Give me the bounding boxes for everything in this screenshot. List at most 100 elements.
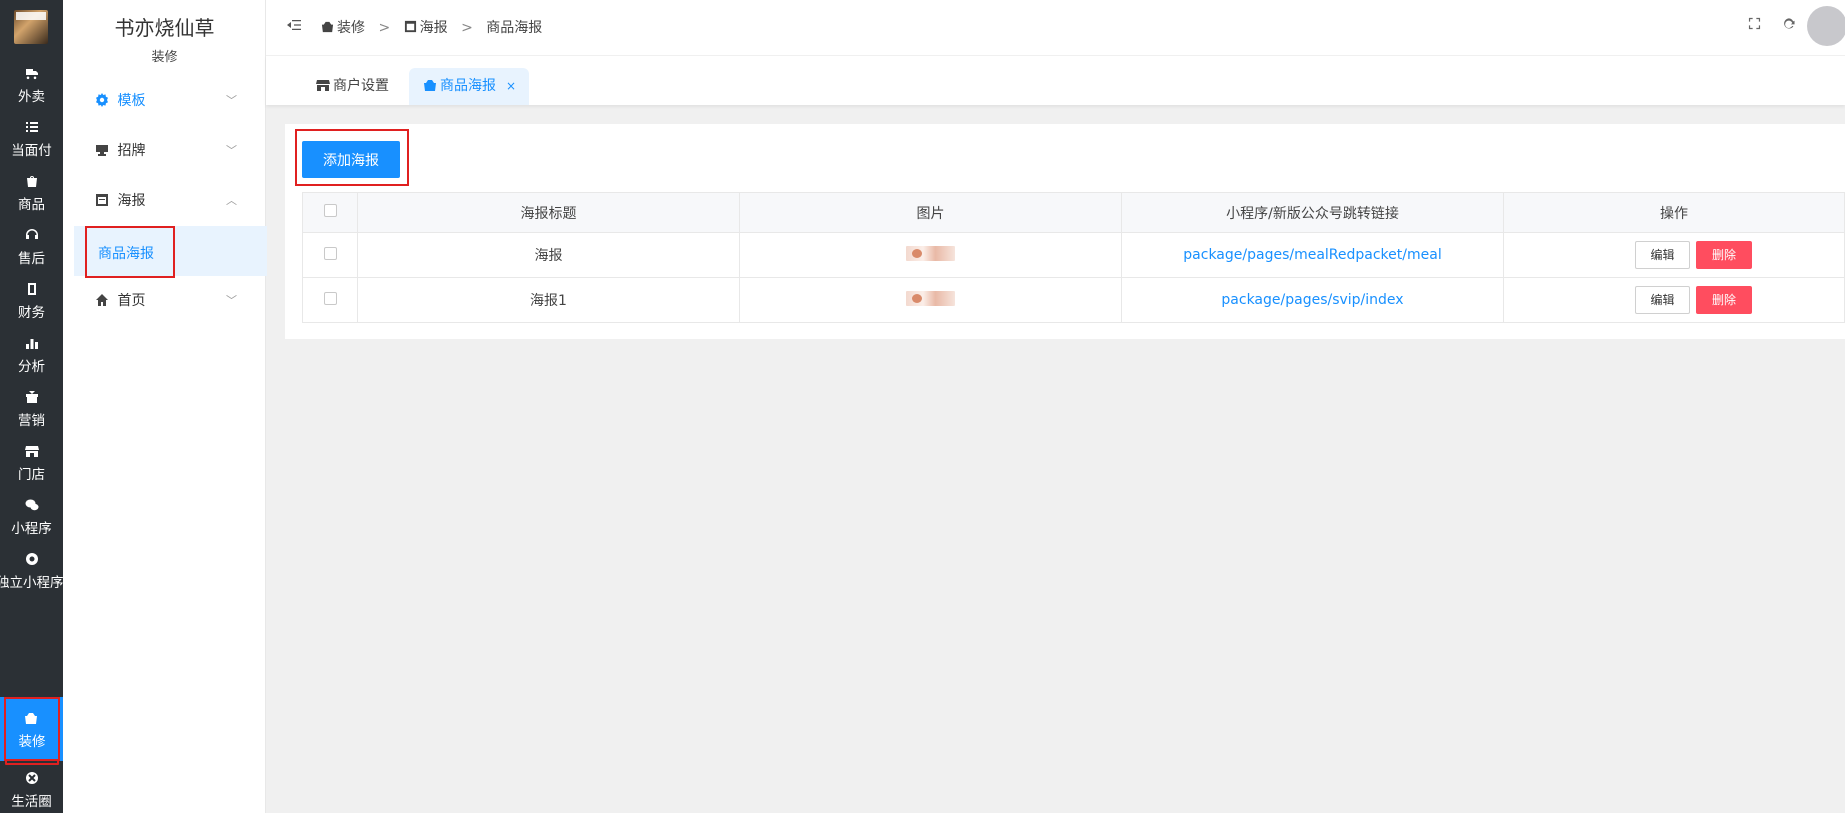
row-select-cell bbox=[302, 232, 358, 278]
rail-item-label: 小程序 bbox=[11, 521, 52, 537]
column-header: 小程序/新版公众号跳转链接 bbox=[1121, 192, 1504, 233]
refresh-icon[interactable] bbox=[1780, 17, 1796, 33]
gear-icon bbox=[95, 85, 109, 107]
breadcrumb-current: 商品海报 bbox=[486, 20, 543, 36]
decorate-icon bbox=[321, 21, 334, 33]
rail-item-label: 当面付 bbox=[11, 143, 52, 159]
tab-label: 商品海报 bbox=[440, 78, 496, 94]
breadcrumb-item[interactable]: 海报 bbox=[404, 20, 448, 36]
breadcrumb: 装修 > 海报 > 商品海报 bbox=[321, 17, 542, 37]
rail-item-life-circle[interactable]: 生活圈 bbox=[0, 762, 63, 813]
table-header-row: 海报标题 图片 小程序/新版公众号跳转链接 操作 bbox=[302, 192, 1845, 233]
jump-link[interactable]: package/pages/svip/index bbox=[1221, 292, 1403, 308]
poster-title: 海报 bbox=[357, 232, 740, 278]
store-icon bbox=[24, 444, 40, 460]
menu-item-poster[interactable]: 海报 ︿ bbox=[75, 183, 257, 219]
section-subtitle: 装修 bbox=[151, 50, 178, 65]
miniapp-icon bbox=[24, 552, 40, 568]
breadcrumb-separator: > bbox=[461, 20, 473, 36]
row-select-cell bbox=[302, 277, 358, 323]
jump-link[interactable]: package/pages/mealRedpacket/meal bbox=[1183, 247, 1441, 263]
row-checkbox[interactable] bbox=[323, 246, 337, 260]
poster-icon bbox=[404, 20, 416, 33]
chevron-down-icon: ﹀ bbox=[226, 294, 237, 307]
table-row: 海报 package/pages/mealRedpacket/meal 编辑 删除 bbox=[302, 232, 1845, 278]
poster-table: 海报标题 图片 小程序/新版公众号跳转链接 操作 海报 package/page… bbox=[302, 192, 1845, 323]
rail-item-label: 独立小程序 bbox=[0, 575, 63, 591]
breadcrumb-label: 海报 bbox=[419, 20, 448, 36]
poster-image-cell bbox=[739, 232, 1122, 278]
tab-bar: 商户设置 商品海报 × bbox=[266, 56, 1845, 105]
delete-button[interactable]: 删除 bbox=[1696, 286, 1752, 314]
row-checkbox[interactable] bbox=[323, 291, 337, 305]
tab-product-poster[interactable]: 商品海报 × bbox=[409, 68, 529, 105]
wechat-icon bbox=[24, 498, 40, 514]
shop-bag-icon bbox=[24, 174, 40, 190]
fullscreen-icon[interactable] bbox=[1746, 17, 1762, 33]
poster-thumbnail[interactable] bbox=[906, 290, 955, 306]
store-name: 书亦烧仙草 bbox=[114, 16, 215, 40]
collapse-menu-icon[interactable] bbox=[286, 17, 302, 33]
rail-item-label: 财务 bbox=[18, 305, 45, 321]
poster-icon bbox=[95, 185, 109, 206]
rail-item-label: 生活圈 bbox=[11, 794, 52, 810]
main-nav-rail: 外卖 当面付 商品 售后 财务 分析 营销 门店 小程序 独立小程序 生活圈 bbox=[0, 0, 63, 813]
menu-item-label: 招牌 bbox=[117, 143, 146, 159]
chevron-down-icon: ﹀ bbox=[226, 144, 237, 157]
home-icon bbox=[95, 285, 109, 306]
rail-item-label: 门店 bbox=[18, 467, 45, 483]
tab-label: 商户设置 bbox=[333, 78, 389, 94]
column-header: 操作 bbox=[1503, 192, 1845, 233]
content-card: 添加海报 海报标题 图片 小程序/新版公众号跳转链接 操作 海报 package… bbox=[285, 124, 1845, 339]
select-all-checkbox[interactable] bbox=[323, 204, 337, 217]
rail-item-label: 分析 bbox=[18, 359, 45, 375]
delivery-icon bbox=[24, 66, 40, 82]
column-header: 图片 bbox=[739, 192, 1122, 233]
chevron-down-icon: ﹀ bbox=[226, 94, 237, 107]
list-icon bbox=[24, 120, 40, 136]
delete-button[interactable]: 删除 bbox=[1696, 241, 1752, 269]
circle-icon bbox=[24, 771, 40, 787]
jump-link-cell: package/pages/svip/index bbox=[1121, 277, 1504, 323]
breadcrumb-item[interactable]: 装修 bbox=[321, 20, 365, 36]
actions-cell: 编辑 删除 bbox=[1503, 277, 1845, 323]
table-row: 海报1 package/pages/svip/index 编辑 删除 bbox=[302, 277, 1845, 323]
store-logo bbox=[14, 10, 48, 44]
rail-item-label: 营销 bbox=[18, 413, 45, 429]
poster-thumbnail[interactable] bbox=[906, 245, 955, 261]
edit-button[interactable]: 编辑 bbox=[1635, 286, 1690, 314]
highlight-box bbox=[4, 697, 60, 761]
rail-item-label: 商品 bbox=[18, 197, 45, 213]
rail-item-label: 售后 bbox=[18, 251, 45, 267]
menu-item-label: 模板 bbox=[117, 93, 146, 109]
rail-item-standalone-miniprogram[interactable]: 独立小程序 bbox=[0, 543, 63, 607]
highlight-box bbox=[85, 226, 175, 278]
bar-chart-icon bbox=[24, 336, 40, 352]
close-icon[interactable]: × bbox=[506, 79, 516, 93]
edit-button[interactable]: 编辑 bbox=[1635, 241, 1690, 269]
tab-merchant-settings[interactable]: 商户设置 bbox=[302, 68, 403, 105]
add-poster-button[interactable]: 添加海报 bbox=[302, 141, 400, 178]
breadcrumb-separator: > bbox=[378, 20, 391, 36]
menu-item-template[interactable]: 模板 ﹀ bbox=[75, 83, 257, 119]
signboard-icon bbox=[95, 135, 109, 156]
chevron-up-icon: ︿ bbox=[226, 194, 237, 207]
rail-active-wrap: 装修 bbox=[0, 697, 63, 761]
top-header: 装修 > 海报 > 商品海报 bbox=[266, 0, 1845, 56]
column-header: 海报标题 bbox=[357, 192, 740, 233]
menu-item-label: 首页 bbox=[117, 293, 146, 309]
avatar[interactable] bbox=[1807, 6, 1845, 46]
rail-item-label: 外卖 bbox=[18, 89, 45, 105]
gift-icon bbox=[24, 390, 40, 406]
secondary-sidebar: 书亦烧仙草 装修 模板 ﹀ 招牌 ﹀ 海报 ︿ 商品海报 首页 ﹀ bbox=[63, 0, 267, 813]
breadcrumb-label: 装修 bbox=[337, 20, 365, 36]
menu-item-home[interactable]: 首页 ﹀ bbox=[75, 283, 257, 319]
highlight-box: 添加海报 bbox=[295, 129, 409, 186]
menu-item-label: 海报 bbox=[117, 193, 146, 209]
select-all-cell bbox=[302, 192, 358, 233]
menu-item-signboard[interactable]: 招牌 ﹀ bbox=[75, 133, 257, 169]
headset-icon bbox=[24, 228, 40, 244]
submenu-item-product-poster[interactable]: 商品海报 bbox=[74, 226, 267, 278]
decorate-icon bbox=[424, 80, 436, 91]
store-icon bbox=[316, 80, 330, 91]
